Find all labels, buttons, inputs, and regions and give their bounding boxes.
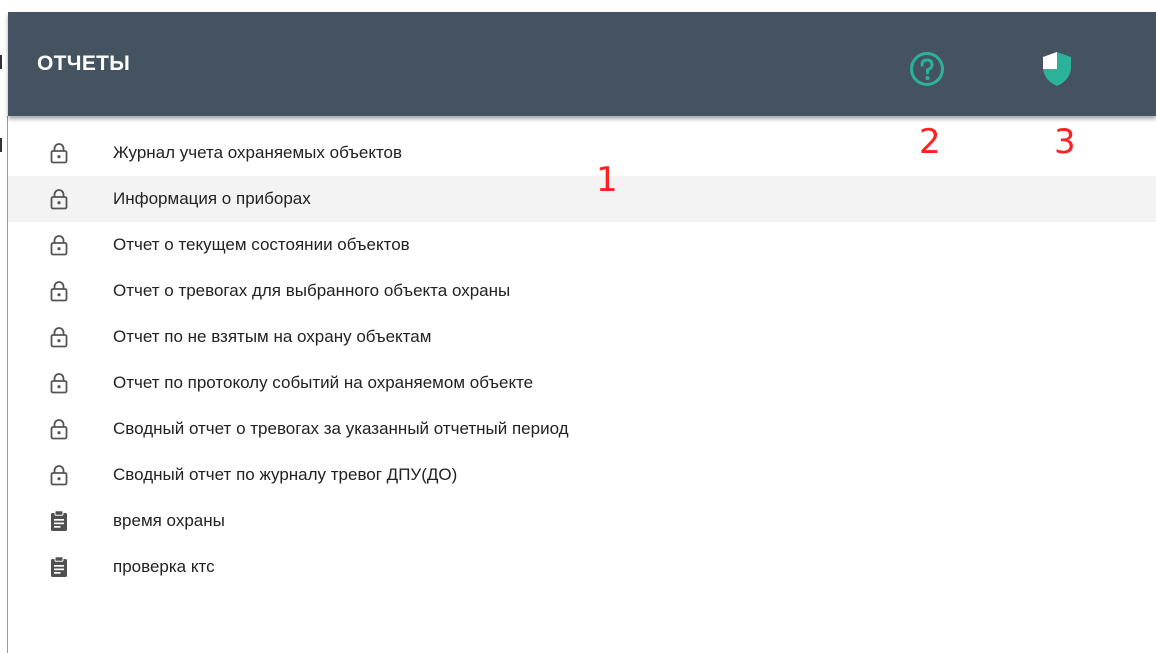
report-label: время охраны [113, 511, 225, 530]
report-item[interactable]: Журнал учета охраняемых объектов [8, 130, 1156, 176]
report-item[interactable]: Сводный отчет по журналу тревог ДПУ(ДО) [8, 452, 1156, 498]
lock-icon [48, 418, 70, 440]
report-item[interactable]: Отчет о текущем состоянии объектов [8, 222, 1156, 268]
report-label: Информация о приборах [113, 189, 311, 208]
clipboard-icon [48, 510, 70, 532]
report-label: Журнал учета охраняемых объектов [113, 143, 403, 162]
report-item[interactable]: Информация о приборах [8, 176, 1156, 222]
reports-list: Журнал учета охраняемых объектов Информа… [8, 130, 1156, 590]
report-label: Отчет по не взятым на охрану объектам [113, 327, 432, 346]
lock-icon [48, 280, 70, 302]
help-icon [910, 52, 944, 86]
reports-header: ОТЧЕТЫ [8, 12, 1156, 116]
security-button[interactable] [1037, 49, 1077, 89]
report-label: Сводный отчет по журналу тревог ДПУ(ДО) [113, 465, 458, 484]
lock-icon [48, 234, 70, 256]
window-edge-mark [0, 138, 2, 152]
clipboard-icon [48, 556, 70, 578]
window-edge-mark [0, 55, 2, 69]
lock-icon [48, 188, 70, 210]
report-item[interactable]: время охраны [8, 498, 1156, 544]
shield-icon [1043, 52, 1071, 86]
report-label: проверка ктс [113, 557, 215, 576]
report-label: Отчет по протоколу событий на охраняемом… [113, 373, 534, 392]
lock-icon [48, 372, 70, 394]
report-item[interactable]: проверка ктс [8, 544, 1156, 590]
annotation-marker-3: 3 [1054, 122, 1076, 162]
help-button[interactable] [907, 49, 947, 89]
page-title: ОТЧЕТЫ [37, 52, 131, 75]
report-item[interactable]: Отчет по не взятым на охрану объектам [8, 314, 1156, 360]
report-item[interactable]: Сводный отчет о тревогах за указанный от… [8, 406, 1156, 452]
report-item[interactable]: Отчет о тревогах для выбранного объекта … [8, 268, 1156, 314]
annotation-marker-1: 1 [596, 160, 618, 200]
annotation-marker-2: 2 [919, 122, 941, 162]
report-item[interactable]: Отчет по протоколу событий на охраняемом… [8, 360, 1156, 406]
report-label: Отчет о тревогах для выбранного объекта … [113, 281, 511, 300]
lock-icon [48, 326, 70, 348]
report-label: Отчет о текущем состоянии объектов [113, 235, 410, 254]
report-label: Сводный отчет о тревогах за указанный от… [113, 419, 569, 438]
lock-icon [48, 464, 70, 486]
lock-icon [48, 142, 70, 164]
